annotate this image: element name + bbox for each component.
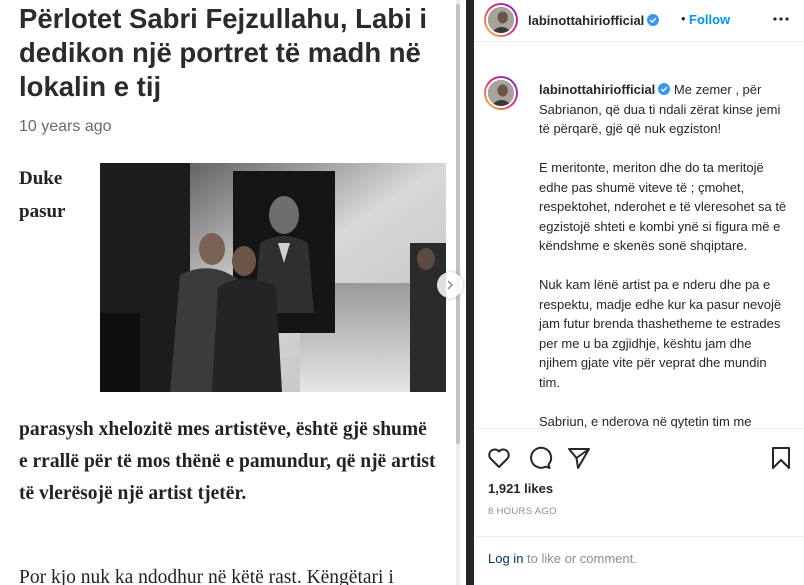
comment-icon[interactable] — [527, 445, 553, 471]
article-screenshot: Përlotet Sabri Fejzullahu, Labi i dediko… — [0, 0, 466, 585]
separator-dot: • — [681, 11, 686, 26]
share-icon[interactable] — [566, 445, 592, 471]
post-caption: labinottahiriofficial Me zemer , për Sab… — [539, 80, 789, 428]
username-link[interactable]: labinottahiriofficial — [528, 13, 660, 28]
caption-text: Sabriun, e nderova në qytetin tim me — [539, 413, 752, 429]
article-lead-word: pasur — [19, 201, 66, 222]
article-body: parasysh xhelozitë mes artistëve, është … — [19, 419, 436, 504]
avatar[interactable] — [484, 3, 518, 37]
article-title: Përlotet Sabri Fejzullahu, Labi i dediko… — [19, 3, 427, 102]
login-prompt: Log in to like or comment. — [474, 536, 804, 585]
login-link[interactable]: Log in — [488, 551, 523, 566]
verified-badge-icon — [658, 83, 671, 95]
panel-divider — [466, 0, 474, 585]
post-media: Përlotet Sabri Fejzullahu, Labi i dediko… — [0, 0, 466, 585]
article-date: 10 years ago — [19, 118, 112, 135]
bookmark-icon[interactable] — [768, 445, 794, 471]
post-header: labinottahiriofficial • Follow — [474, 0, 804, 42]
caption-username[interactable]: labinottahiriofficial — [539, 82, 655, 97]
post-actions: 1,921 likes 8 HOURS AGO Log in to like o… — [474, 428, 804, 585]
follow-button[interactable]: Follow — [689, 12, 730, 27]
login-prompt-rest: to like or comment. — [523, 551, 637, 566]
caption-text: E meritonte, meriton dhe do ta meritojë … — [539, 160, 787, 253]
post-panel: labinottahiriofficial • Follow labinotta… — [474, 0, 804, 585]
heart-icon[interactable] — [486, 445, 512, 471]
caption-area: labinottahiriofficial Me zemer , për Sab… — [474, 63, 804, 428]
login-prompt-text: Log in to like or comment. — [488, 551, 637, 566]
media-scrollbar-thumb[interactable] — [456, 4, 460, 444]
post-timestamp[interactable]: 8 HOURS AGO — [488, 506, 557, 517]
article-photo — [100, 163, 446, 392]
article-body: Por kjo nuk ka ndodhur në këtë rast. Kën… — [19, 567, 394, 585]
avatar[interactable] — [484, 76, 518, 110]
chevron-right-icon — [447, 280, 454, 290]
caption-text: Nuk kam lënë artist pa e nderu dhe pa e … — [539, 277, 782, 390]
more-options-icon[interactable] — [771, 12, 791, 26]
likes-count[interactable]: 1,921 likes — [488, 481, 553, 496]
article-lead-word: Duke — [19, 168, 63, 189]
verified-badge-icon — [647, 14, 660, 26]
next-image-button[interactable] — [437, 272, 463, 298]
